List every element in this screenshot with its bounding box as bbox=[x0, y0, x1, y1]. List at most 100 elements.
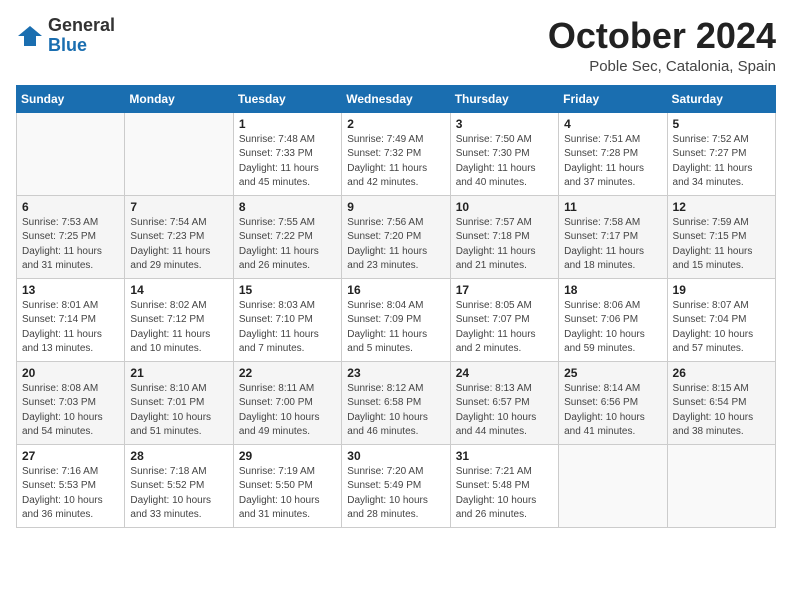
cell-info: Sunrise: 7:56 AMSunset: 7:20 PMDaylight:… bbox=[347, 217, 427, 272]
day-number: 22 bbox=[239, 366, 336, 380]
cell-info: Sunrise: 8:01 AMSunset: 7:14 PMDaylight:… bbox=[22, 300, 102, 355]
calendar-cell: 16 Sunrise: 8:04 AMSunset: 7:09 PMDayligh… bbox=[342, 278, 450, 361]
day-number: 9 bbox=[347, 200, 444, 214]
logo-general: General Blue bbox=[48, 16, 115, 56]
day-number: 27 bbox=[22, 449, 119, 463]
cell-info: Sunrise: 7:58 AMSunset: 7:17 PMDaylight:… bbox=[564, 217, 644, 272]
day-number: 6 bbox=[22, 200, 119, 214]
day-number: 12 bbox=[673, 200, 770, 214]
day-number: 3 bbox=[456, 117, 553, 131]
calendar-cell: 19 Sunrise: 8:07 AMSunset: 7:04 PMDayligh… bbox=[667, 278, 775, 361]
weekday-header: Sunday bbox=[17, 85, 125, 112]
calendar-table: SundayMondayTuesdayWednesdayThursdayFrid… bbox=[16, 85, 776, 528]
weekday-header: Saturday bbox=[667, 85, 775, 112]
day-number: 24 bbox=[456, 366, 553, 380]
cell-info: Sunrise: 7:19 AMSunset: 5:50 PMDaylight:… bbox=[239, 466, 320, 521]
day-number: 28 bbox=[130, 449, 227, 463]
cell-info: Sunrise: 8:15 AMSunset: 6:54 PMDaylight:… bbox=[673, 383, 754, 438]
calendar-cell: 6 Sunrise: 7:53 AMSunset: 7:25 PMDaylight… bbox=[17, 195, 125, 278]
calendar-cell bbox=[667, 444, 775, 527]
day-number: 7 bbox=[130, 200, 227, 214]
cell-info: Sunrise: 8:07 AMSunset: 7:04 PMDaylight:… bbox=[673, 300, 754, 355]
cell-info: Sunrise: 8:02 AMSunset: 7:12 PMDaylight:… bbox=[130, 300, 210, 355]
day-number: 18 bbox=[564, 283, 661, 297]
calendar-cell: 20Sunrise: 8:08 AMSunset: 7:03 PMDayligh… bbox=[17, 361, 125, 444]
calendar-week-row: 6 Sunrise: 7:53 AMSunset: 7:25 PMDaylight… bbox=[17, 195, 776, 278]
calendar-cell: 7 Sunrise: 7:54 AMSunset: 7:23 PMDaylight… bbox=[125, 195, 233, 278]
day-number: 8 bbox=[239, 200, 336, 214]
cell-info: Sunrise: 7:49 AMSunset: 7:32 PMDaylight:… bbox=[347, 134, 427, 189]
day-number: 23 bbox=[347, 366, 444, 380]
calendar-cell: 21Sunrise: 8:10 AMSunset: 7:01 PMDayligh… bbox=[125, 361, 233, 444]
calendar-cell: 25 Sunrise: 8:14 AMSunset: 6:56 PMDayligh… bbox=[559, 361, 667, 444]
calendar-cell: 29 Sunrise: 7:19 AMSunset: 5:50 PMDayligh… bbox=[233, 444, 341, 527]
calendar-cell: 28 Sunrise: 7:18 AMSunset: 5:52 PMDayligh… bbox=[125, 444, 233, 527]
day-number: 20 bbox=[22, 366, 119, 380]
logo: General Blue bbox=[16, 16, 115, 56]
cell-info: Sunrise: 8:13 AMSunset: 6:57 PMDaylight:… bbox=[456, 383, 537, 438]
calendar-cell: 1Sunrise: 7:48 AMSunset: 7:33 PMDaylight… bbox=[233, 112, 341, 195]
calendar-cell bbox=[559, 444, 667, 527]
weekday-header: Friday bbox=[559, 85, 667, 112]
calendar-cell: 12 Sunrise: 7:59 AMSunset: 7:15 PMDayligh… bbox=[667, 195, 775, 278]
day-number: 17 bbox=[456, 283, 553, 297]
day-number: 29 bbox=[239, 449, 336, 463]
page-header: General Blue October 2024 Poble Sec, Cat… bbox=[16, 16, 776, 75]
cell-info: Sunrise: 7:18 AMSunset: 5:52 PMDaylight:… bbox=[130, 466, 211, 521]
cell-info: Sunrise: 7:16 AMSunset: 5:53 PMDaylight:… bbox=[22, 466, 103, 521]
calendar-cell: 23 Sunrise: 8:12 AMSunset: 6:58 PMDayligh… bbox=[342, 361, 450, 444]
day-number: 30 bbox=[347, 449, 444, 463]
location-title: Poble Sec, Catalonia, Spain bbox=[548, 58, 776, 75]
day-number: 11 bbox=[564, 200, 661, 214]
calendar-cell: 13 Sunrise: 8:01 AMSunset: 7:14 PMDayligh… bbox=[17, 278, 125, 361]
title-block: October 2024 Poble Sec, Catalonia, Spain bbox=[548, 16, 776, 75]
cell-info: Sunrise: 7:20 AMSunset: 5:49 PMDaylight:… bbox=[347, 466, 428, 521]
cell-info: Sunrise: 8:06 AMSunset: 7:06 PMDaylight:… bbox=[564, 300, 645, 355]
calendar-cell: 30 Sunrise: 7:20 AMSunset: 5:49 PMDayligh… bbox=[342, 444, 450, 527]
calendar-cell: 14 Sunrise: 8:02 AMSunset: 7:12 PMDayligh… bbox=[125, 278, 233, 361]
cell-info: Sunrise: 8:04 AMSunset: 7:09 PMDaylight:… bbox=[347, 300, 427, 355]
calendar-cell: 9 Sunrise: 7:56 AMSunset: 7:20 PMDaylight… bbox=[342, 195, 450, 278]
cell-info: Sunrise: 8:05 AMSunset: 7:07 PMDaylight:… bbox=[456, 300, 536, 355]
logo-icon bbox=[16, 22, 44, 50]
cell-info: Sunrise: 7:59 AMSunset: 7:15 PMDaylight:… bbox=[673, 217, 753, 272]
cell-info: Sunrise: 7:57 AMSunset: 7:18 PMDaylight:… bbox=[456, 217, 536, 272]
calendar-header-row: SundayMondayTuesdayWednesdayThursdayFrid… bbox=[17, 85, 776, 112]
day-number: 14 bbox=[130, 283, 227, 297]
calendar-cell: 22Sunrise: 8:11 AMSunset: 7:00 PMDayligh… bbox=[233, 361, 341, 444]
day-number: 25 bbox=[564, 366, 661, 380]
day-number: 16 bbox=[347, 283, 444, 297]
cell-info: Sunrise: 8:03 AMSunset: 7:10 PMDaylight:… bbox=[239, 300, 319, 355]
calendar-cell: 4 Sunrise: 7:51 AMSunset: 7:28 PMDaylight… bbox=[559, 112, 667, 195]
cell-info: Sunrise: 8:12 AMSunset: 6:58 PMDaylight:… bbox=[347, 383, 428, 438]
day-number: 4 bbox=[564, 117, 661, 131]
cell-info: Sunrise: 7:55 AMSunset: 7:22 PMDaylight:… bbox=[239, 217, 319, 272]
day-number: 26 bbox=[673, 366, 770, 380]
day-number: 5 bbox=[673, 117, 770, 131]
cell-info: Sunrise: 8:14 AMSunset: 6:56 PMDaylight:… bbox=[564, 383, 645, 438]
calendar-cell: 24 Sunrise: 8:13 AMSunset: 6:57 PMDayligh… bbox=[450, 361, 558, 444]
calendar-week-row: 1Sunrise: 7:48 AMSunset: 7:33 PMDaylight… bbox=[17, 112, 776, 195]
calendar-cell: 17 Sunrise: 8:05 AMSunset: 7:07 PMDayligh… bbox=[450, 278, 558, 361]
calendar-cell: 15Sunrise: 8:03 AMSunset: 7:10 PMDayligh… bbox=[233, 278, 341, 361]
cell-info: Sunrise: 7:54 AMSunset: 7:23 PMDaylight:… bbox=[130, 217, 210, 272]
day-number: 13 bbox=[22, 283, 119, 297]
day-number: 31 bbox=[456, 449, 553, 463]
calendar-cell: 27 Sunrise: 7:16 AMSunset: 5:53 PMDayligh… bbox=[17, 444, 125, 527]
calendar-cell: 5 Sunrise: 7:52 AMSunset: 7:27 PMDaylight… bbox=[667, 112, 775, 195]
day-number: 19 bbox=[673, 283, 770, 297]
day-number: 2 bbox=[347, 117, 444, 131]
weekday-header: Tuesday bbox=[233, 85, 341, 112]
cell-info: Sunrise: 7:52 AMSunset: 7:27 PMDaylight:… bbox=[673, 134, 753, 189]
calendar-week-row: 27 Sunrise: 7:16 AMSunset: 5:53 PMDayligh… bbox=[17, 444, 776, 527]
calendar-week-row: 13 Sunrise: 8:01 AMSunset: 7:14 PMDayligh… bbox=[17, 278, 776, 361]
calendar-cell: 31Sunrise: 7:21 AMSunset: 5:48 PMDayligh… bbox=[450, 444, 558, 527]
cell-info: Sunrise: 7:53 AMSunset: 7:25 PMDaylight:… bbox=[22, 217, 102, 272]
calendar-cell: 10Sunrise: 7:57 AMSunset: 7:18 PMDayligh… bbox=[450, 195, 558, 278]
calendar-cell: 26 Sunrise: 8:15 AMSunset: 6:54 PMDayligh… bbox=[667, 361, 775, 444]
day-number: 1 bbox=[239, 117, 336, 131]
calendar-cell: 8 Sunrise: 7:55 AMSunset: 7:22 PMDaylight… bbox=[233, 195, 341, 278]
calendar-cell: 11 Sunrise: 7:58 AMSunset: 7:17 PMDayligh… bbox=[559, 195, 667, 278]
calendar-cell bbox=[17, 112, 125, 195]
cell-info: Sunrise: 7:51 AMSunset: 7:28 PMDaylight:… bbox=[564, 134, 644, 189]
